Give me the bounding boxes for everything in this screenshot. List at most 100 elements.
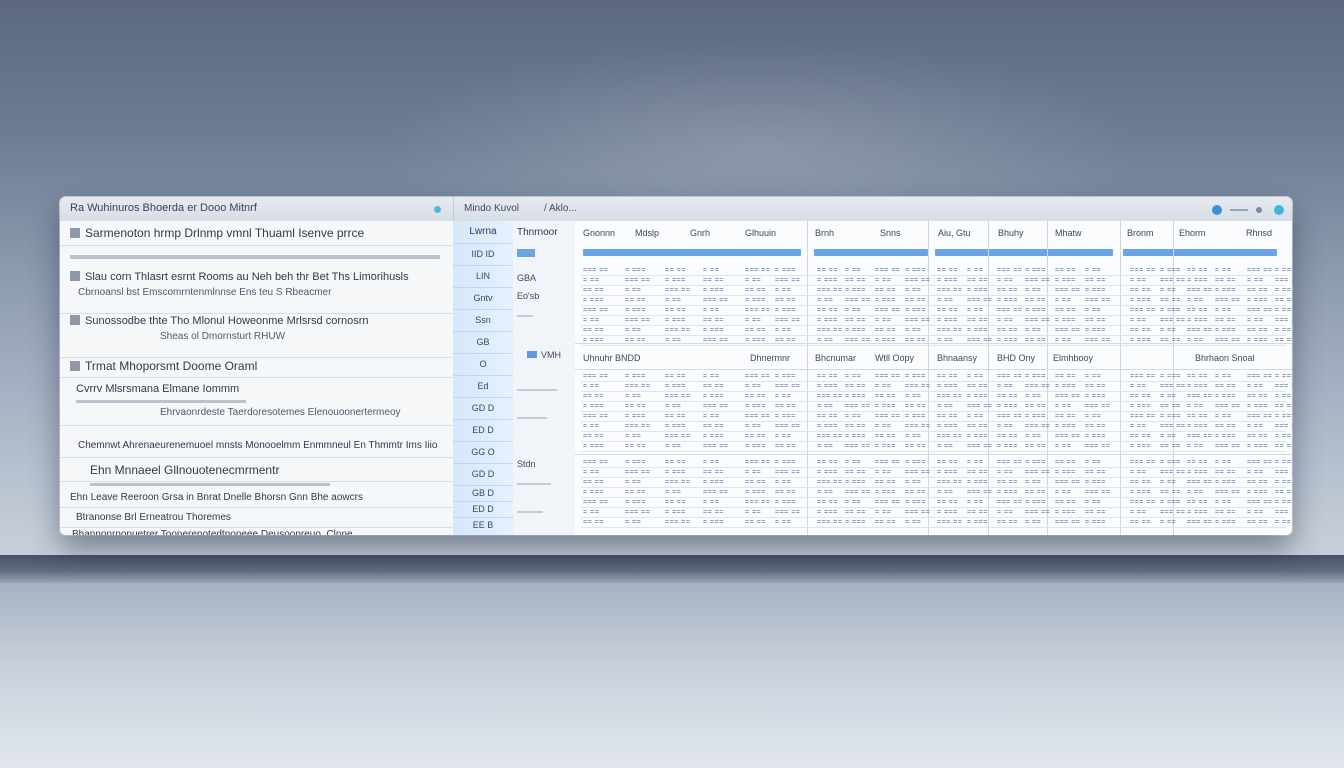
grid-cell[interactable]: = === [1275, 499, 1292, 507]
grid-cell[interactable]: = === [1187, 469, 1208, 477]
grid-cell[interactable]: = === [875, 489, 896, 497]
column-header[interactable]: Bronm [1127, 228, 1154, 238]
grid-cell[interactable]: = === [875, 297, 896, 305]
nav-item[interactable]: Ssn [453, 309, 513, 332]
grid-cell[interactable]: = == [905, 433, 921, 441]
grid-cell[interactable]: == == [1085, 317, 1106, 325]
grid-cell[interactable]: == == [845, 383, 866, 391]
grid-cell[interactable]: = == [1275, 519, 1291, 527]
grid-cell[interactable]: === == [1085, 443, 1110, 451]
column-header[interactable]: Gnonnn [583, 228, 615, 238]
grid-cell[interactable]: === == [583, 307, 608, 315]
grid-cell[interactable]: == == [997, 479, 1018, 487]
grid-cell[interactable]: === == [703, 337, 728, 345]
grid-cell[interactable]: === == [1187, 519, 1212, 527]
grid-cell[interactable]: == == [583, 287, 604, 295]
grid-cell[interactable]: = === [1275, 307, 1292, 315]
grid-cell[interactable]: = === [997, 297, 1018, 305]
grid-cell[interactable]: === == [625, 277, 650, 285]
grid-cell[interactable]: == == [905, 489, 926, 497]
grid-cell[interactable]: === == [1275, 509, 1292, 517]
grid-cell[interactable]: === == [1130, 267, 1155, 275]
grid-cell[interactable]: = === [583, 403, 604, 411]
grid-cell[interactable]: = == [1275, 327, 1291, 335]
column-header[interactable]: Aiu, Gtu [938, 228, 971, 238]
grid-cell[interactable]: == == [817, 307, 838, 315]
grid-cell[interactable]: === == [745, 373, 770, 381]
grid-cell[interactable]: = === [875, 337, 896, 345]
grid-cell[interactable]: = == [967, 373, 983, 381]
grid-cell[interactable]: == == [1215, 317, 1236, 325]
grid-cell[interactable]: = === [817, 317, 838, 325]
grid-cell[interactable]: === == [775, 383, 800, 391]
grid-cell[interactable]: = == [1025, 479, 1041, 487]
grid-cell[interactable]: = === [845, 327, 866, 335]
nav-item[interactable]: GG O [453, 441, 513, 464]
column-header[interactable]: Ehorm [1179, 228, 1206, 238]
grid-cell[interactable]: = === [1130, 337, 1151, 345]
grid-cell[interactable]: = == [745, 423, 761, 431]
grid-cell[interactable]: = === [905, 267, 926, 275]
grid-cell[interactable]: = === [967, 327, 988, 335]
grid-cell[interactable]: = == [745, 469, 761, 477]
grid-cell[interactable]: === == [905, 383, 930, 391]
grid-cell[interactable]: == == [937, 499, 958, 507]
grid-cell[interactable]: = == [845, 307, 861, 315]
grid-cell[interactable]: = === [1055, 383, 1076, 391]
grid-cell[interactable]: = == [875, 509, 891, 517]
grid-cell[interactable]: === == [875, 413, 900, 421]
grid-cell[interactable]: = === [583, 337, 604, 345]
minimize-icon[interactable] [1212, 205, 1222, 215]
grid-cell[interactable]: == == [967, 469, 988, 477]
grid-cell[interactable]: = === [1160, 373, 1181, 381]
grid-cell[interactable]: === == [875, 267, 900, 275]
grid-cell[interactable]: == == [703, 423, 724, 431]
grid-cell[interactable]: = === [905, 499, 926, 507]
grid-cell[interactable]: == == [1025, 443, 1046, 451]
grid-cell[interactable]: = == [745, 383, 761, 391]
grid-cell[interactable]: = == [1085, 373, 1101, 381]
checkbox-icon[interactable] [70, 315, 80, 325]
grid-cell[interactable]: == == [817, 459, 838, 467]
grid-cell[interactable]: == == [1247, 287, 1268, 295]
grid-cell[interactable]: = === [1247, 489, 1268, 497]
grid-cell[interactable]: === == [937, 433, 962, 441]
grid-cell[interactable]: == == [997, 433, 1018, 441]
grid-cell[interactable]: === == [1085, 297, 1110, 305]
grid-cell[interactable]: = == [1160, 393, 1176, 401]
grid-cell[interactable]: = == [1025, 327, 1041, 335]
grid-cell[interactable]: = == [997, 423, 1013, 431]
grid-cell[interactable]: === == [745, 459, 770, 467]
grid-cell[interactable]: = === [775, 413, 796, 421]
grid-cell[interactable]: === == [775, 277, 800, 285]
grid-cell[interactable]: = == [1275, 393, 1291, 401]
grid-cell[interactable]: = === [905, 459, 926, 467]
grid-cell[interactable]: = == [1130, 423, 1146, 431]
grid-cell[interactable]: === == [845, 403, 870, 411]
grid-cell[interactable]: == == [775, 403, 796, 411]
grid-cell[interactable]: = == [1025, 433, 1041, 441]
nav-item[interactable]: GD D [453, 397, 513, 420]
grid-cell[interactable]: === == [583, 499, 608, 507]
grid-cell[interactable]: = === [703, 519, 724, 527]
grid-cell[interactable]: = == [1215, 267, 1231, 275]
grid-cell[interactable]: = == [937, 489, 953, 497]
grid-cell[interactable]: == == [1160, 403, 1181, 411]
grid-cell[interactable]: = == [583, 423, 599, 431]
grid-cell[interactable]: = == [937, 403, 953, 411]
grid-cell[interactable]: === == [745, 267, 770, 275]
detail-item[interactable]: VMH [541, 350, 561, 360]
grid-cell[interactable]: == == [905, 297, 926, 305]
grid-cell[interactable]: == == [1215, 469, 1236, 477]
grid-cell[interactable]: = == [967, 307, 983, 315]
grid-cell[interactable]: === == [845, 337, 870, 345]
grid-cell[interactable]: == == [703, 469, 724, 477]
grid-cell[interactable]: = == [997, 469, 1013, 477]
grid-cell[interactable]: = === [1160, 413, 1181, 421]
grid-cell[interactable]: = === [1130, 403, 1151, 411]
grid-cell[interactable]: === == [937, 287, 962, 295]
grid-cell[interactable]: = === [1130, 443, 1151, 451]
grid-cell[interactable]: == == [1187, 413, 1208, 421]
grid-cell[interactable]: = === [1025, 267, 1046, 275]
grid-cell[interactable]: = == [817, 403, 833, 411]
